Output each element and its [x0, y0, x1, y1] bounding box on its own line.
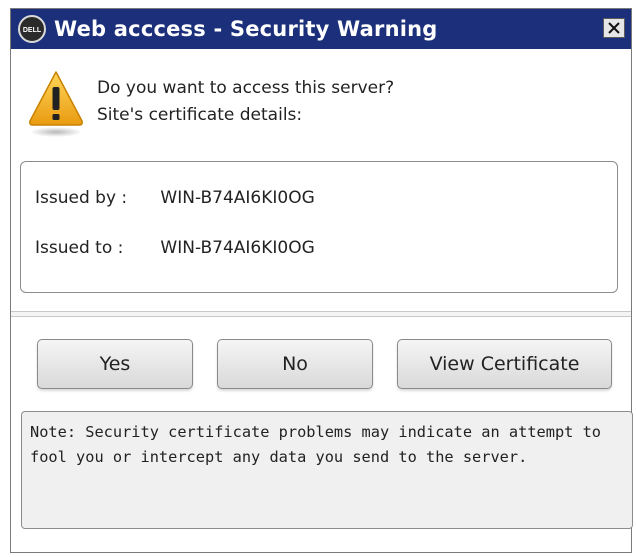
security-note: Note: Security certificate problems may …	[21, 411, 633, 529]
issued-to-row: Issued to : WIN-B74AI6KI0OG	[35, 238, 315, 258]
issued-by-label: Issued by :	[35, 188, 128, 208]
dell-logo-icon: DELL	[18, 15, 46, 43]
title-bar[interactable]: DELL Web acccess - Security Warning	[11, 9, 631, 49]
warning-icon	[29, 71, 83, 137]
dialog-content: Do you want to access this server? Site'…	[11, 49, 633, 552]
yes-button[interactable]: Yes	[37, 339, 193, 389]
prompt-text: Do you want to access this server? Site'…	[97, 75, 394, 129]
issued-to-label: Issued to :	[35, 238, 124, 258]
security-warning-dialog: DELL Web acccess - Security Warning Do y…	[10, 8, 633, 553]
view-certificate-button[interactable]: View Certificate	[397, 339, 612, 389]
prompt-question: Do you want to access this server?	[97, 78, 395, 98]
issued-by-value: WIN-B74AI6KI0OG	[160, 188, 315, 208]
separator	[11, 311, 631, 317]
no-button[interactable]: No	[217, 339, 373, 389]
close-button[interactable]	[603, 18, 625, 38]
window-title: Web acccess - Security Warning	[54, 17, 438, 41]
certificate-details-box: Issued by : WIN-B74AI6KI0OG Issued to : …	[20, 161, 618, 293]
close-icon	[608, 22, 620, 34]
issued-to-value: WIN-B74AI6KI0OG	[160, 238, 315, 258]
svg-text:DELL: DELL	[23, 27, 42, 34]
prompt-subheading: Site's certificate details:	[97, 105, 303, 125]
issued-by-row: Issued by : WIN-B74AI6KI0OG	[35, 188, 315, 208]
